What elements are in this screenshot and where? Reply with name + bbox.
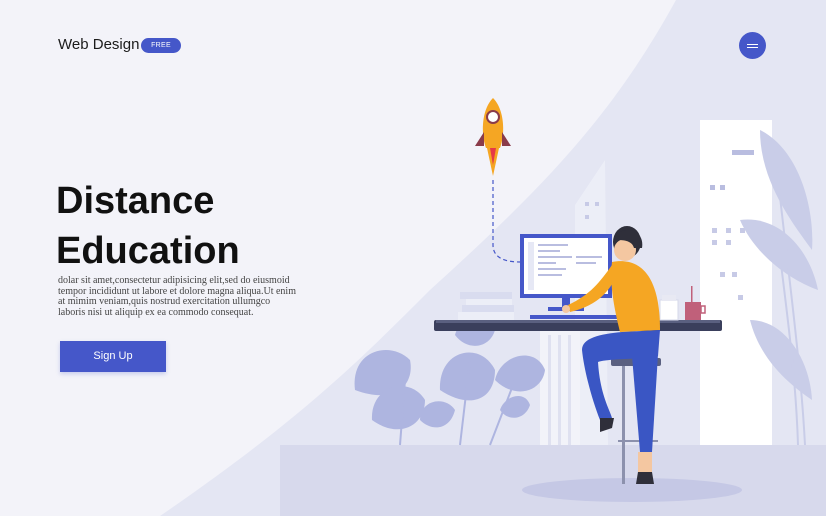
brand-name[interactable]: Web Design [58, 36, 139, 53]
sign-up-button[interactable]: Sign Up [60, 341, 166, 372]
title-line-2: Education [56, 230, 240, 272]
menu-line [747, 46, 758, 48]
books-icon [458, 292, 514, 320]
hamburger-icon[interactable] [739, 32, 766, 59]
page-title: Distance Education [56, 176, 240, 276]
free-badge: FREE [141, 38, 181, 53]
rocket-icon [475, 98, 511, 176]
hero-description: dolar sit amet,consectetur adipisicing e… [58, 275, 296, 318]
floor-shadow [522, 478, 742, 502]
title-line-1: Distance [56, 180, 215, 222]
floor [280, 445, 826, 516]
menu-line [747, 43, 758, 45]
